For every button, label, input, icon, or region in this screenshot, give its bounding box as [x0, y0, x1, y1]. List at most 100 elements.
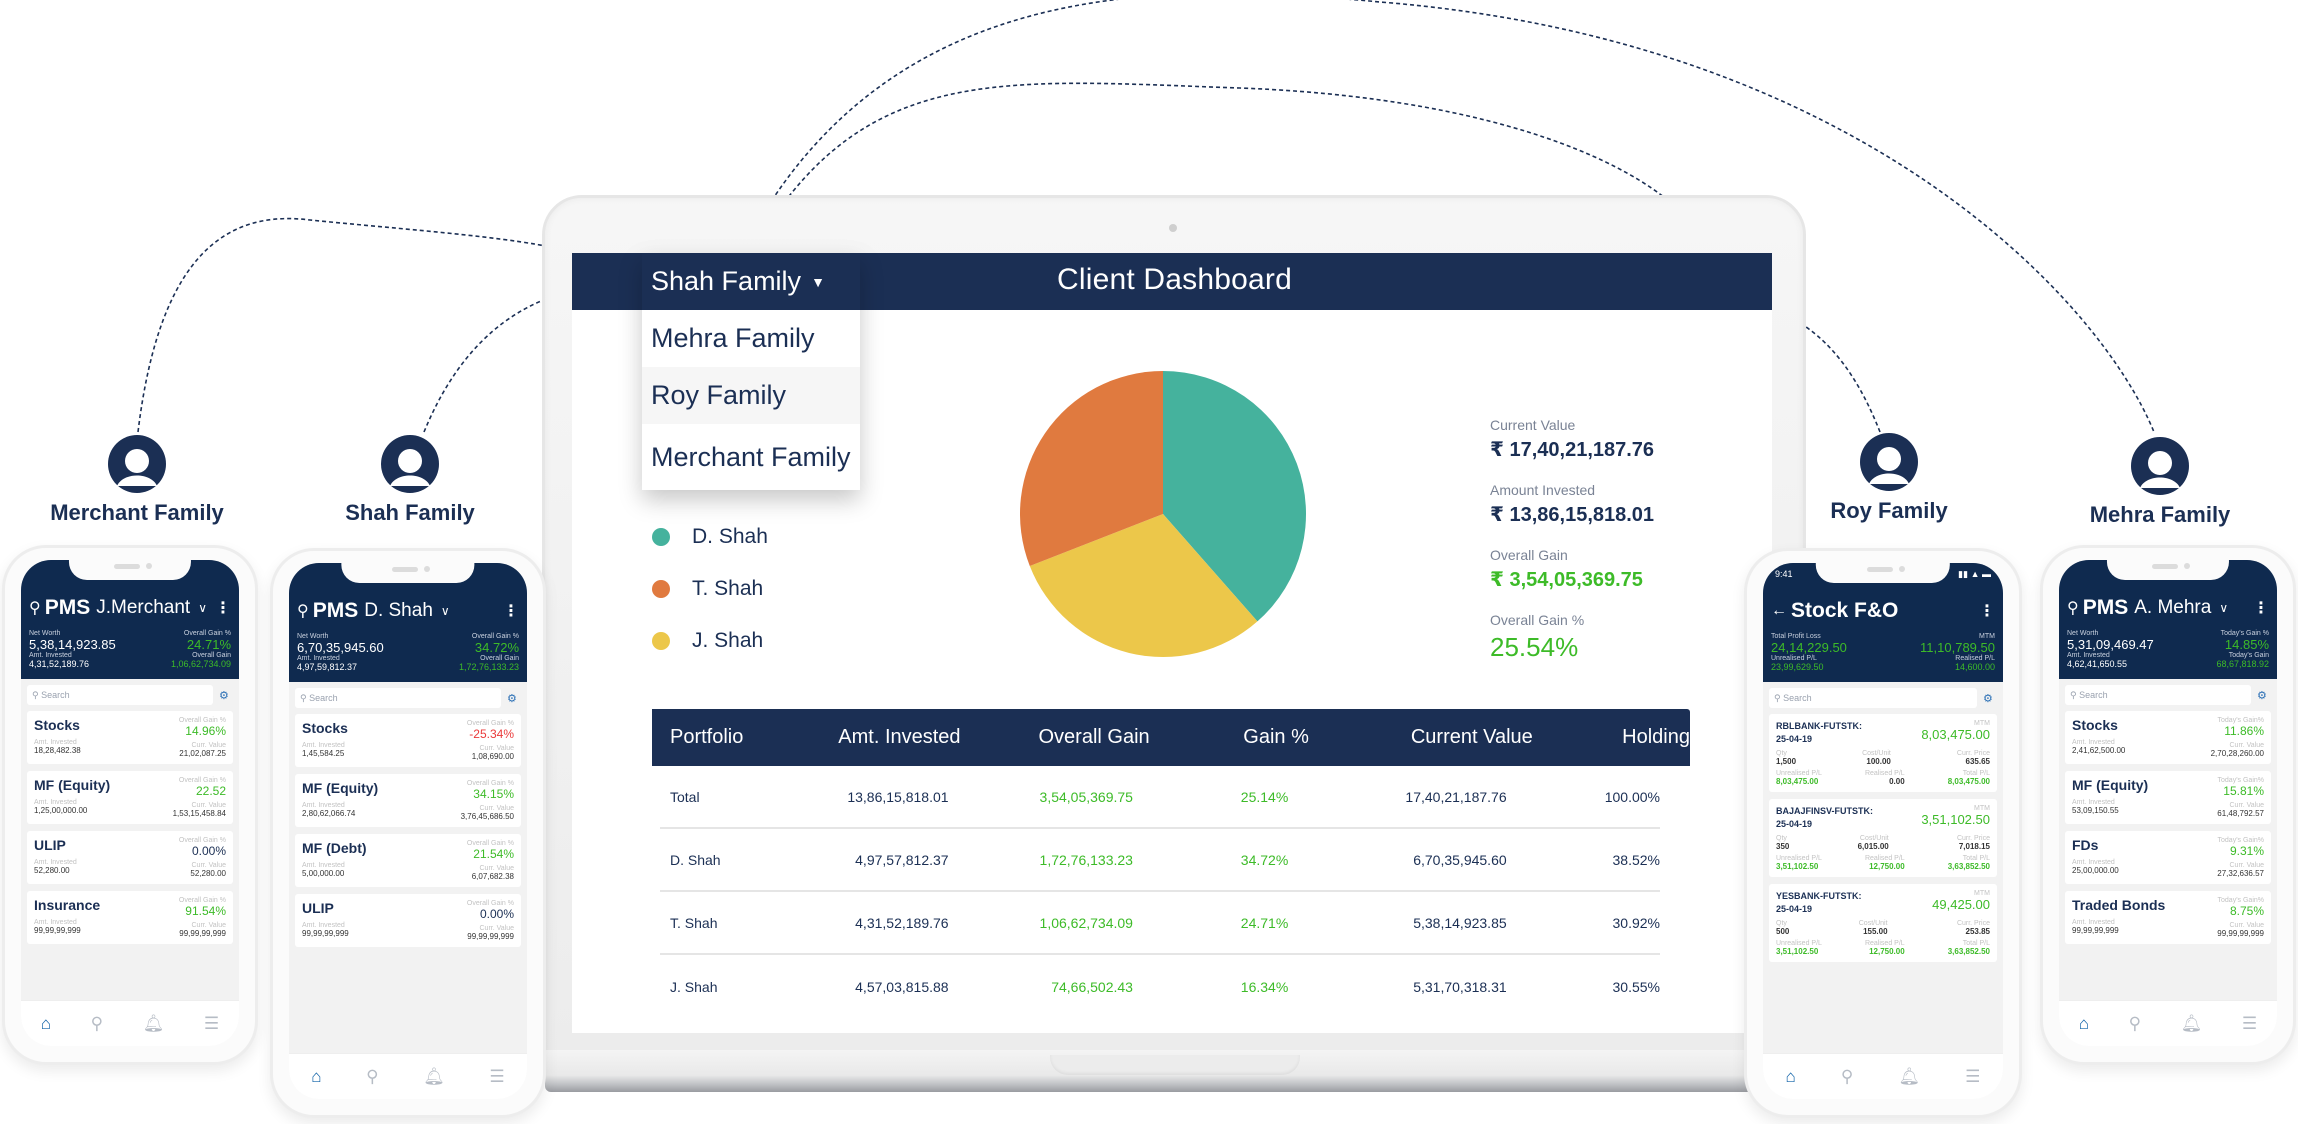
- back-arrow-icon[interactable]: ←: [1771, 602, 1787, 620]
- client-selector[interactable]: D. Shah: [364, 600, 433, 622]
- menu-icon[interactable]: ☰: [489, 1067, 504, 1087]
- search-input[interactable]: ⚲ Search: [1769, 688, 1977, 708]
- family-roy[interactable]: Roy Family: [1779, 432, 1999, 524]
- search-icon[interactable]: ⚲: [91, 1014, 103, 1034]
- search-icon[interactable]: ⚲: [1841, 1067, 1853, 1087]
- phone-notch: [68, 560, 192, 580]
- more-vert-icon[interactable]: ⋮: [503, 601, 519, 621]
- search-input[interactable]: ⚲ Search: [295, 688, 501, 708]
- home-icon[interactable]: ⌂: [41, 1014, 51, 1034]
- cost-value: 155.00: [1863, 927, 1888, 936]
- menu-icon[interactable]: ☰: [204, 1014, 219, 1034]
- net-worth-value: 5,38,14,923.85: [29, 637, 116, 652]
- position-card[interactable]: RBLBANK-FUTSTK: 25-04-19 MTM 8,03,475.00 Q…: [1769, 714, 1997, 792]
- more-vert-icon[interactable]: ⋮: [1979, 601, 1995, 621]
- col-amt-invested[interactable]: Amt. Invested: [831, 726, 960, 749]
- family-merchant[interactable]: Merchant Family: [27, 434, 247, 526]
- search-icon[interactable]: ⚲: [29, 598, 41, 618]
- family-shah[interactable]: Shah Family: [300, 434, 520, 526]
- asset-card[interactable]: Stocks Amt. Invested 1,45,584.25 Overall…: [295, 714, 521, 767]
- gain-pct-value: 34.72%: [474, 640, 519, 655]
- unrealised-label: Unrealised P/L: [1771, 655, 1817, 662]
- contract-name: RBLBANK-FUTSTK:: [1776, 721, 1862, 731]
- invested-label: Amt. Invested: [2067, 652, 2110, 659]
- phone-mehra: ⚲ PMS A. Mehra ∨ ⋮ Net Worth 5,31,09,469…: [2040, 545, 2296, 1065]
- table-row[interactable]: T. Shah 4,31,52,189.76 1,06,62,734.09 24…: [660, 892, 1660, 955]
- asset-card[interactable]: MF (Equity) Amt. Invested 2,80,62,066.74…: [295, 774, 521, 827]
- asset-card[interactable]: MF (Debt) Amt. Invested 5,00,000.00 Over…: [295, 834, 521, 887]
- qty-value: 500: [1776, 927, 1790, 936]
- dropdown-option-roy[interactable]: Roy Family: [642, 367, 860, 424]
- table-row[interactable]: D. Shah 4,97,57,812.37 1,72,76,133.23 34…: [660, 829, 1660, 892]
- asset-card[interactable]: Stocks Amt. Invested 18,28,482.38 Overal…: [27, 711, 233, 764]
- cell-overall-gain: 74,66,502.43: [1051, 978, 1133, 995]
- invested-value: 4,62,41,650.55: [2067, 659, 2128, 669]
- col-portfolio[interactable]: Portfolio: [652, 726, 831, 749]
- asset-card[interactable]: FDs Amt. Invested 25,00,000.00 Today's G…: [2065, 831, 2271, 884]
- position-card[interactable]: YESBANK-FUTSTK: 25-04-19 MTM 49,425.00 Qty…: [1769, 884, 1997, 962]
- menu-icon[interactable]: ☰: [1965, 1067, 1980, 1087]
- table-row[interactable]: Total 13,86,15,818.01 3,54,05,369.75 25.…: [660, 766, 1660, 829]
- asset-card[interactable]: ULIP Amt. Invested 52,280.00 Overall Gai…: [27, 831, 233, 884]
- gain-label: Today's Gain%: [2217, 717, 2264, 724]
- family-dropdown-selected[interactable]: Shah Family ▼: [642, 253, 860, 310]
- home-icon[interactable]: ⌂: [1786, 1067, 1796, 1087]
- filter-icon[interactable]: ⚙: [2257, 689, 2271, 702]
- search-icon[interactable]: ⚲: [2067, 598, 2079, 618]
- bell-icon[interactable]: 🔔︎: [143, 1014, 165, 1034]
- expiry-date: 25-04-19: [1776, 904, 1813, 914]
- selected-family-label: Shah Family: [651, 266, 802, 296]
- table-row[interactable]: J. Shah 4,57,03,815.88 74,66,502.43 16.3…: [660, 955, 1660, 1018]
- asset-card[interactable]: ULIP Amt. Invested 99,99,99,999 Overall …: [295, 894, 521, 947]
- current-value: ₹ 17,40,21,187.76: [1490, 439, 1655, 461]
- client-selector[interactable]: A. Mehra: [2134, 597, 2211, 619]
- bottom-nav: ⌂ ⚲ 🔔︎ ☰: [2059, 1000, 2277, 1046]
- filter-icon[interactable]: ⚙: [507, 692, 521, 705]
- filter-icon[interactable]: ⚙: [1983, 692, 1997, 705]
- filter-icon[interactable]: ⚙: [219, 689, 233, 702]
- search-icon[interactable]: ⚲: [297, 601, 309, 621]
- chevron-down-icon[interactable]: ∨: [198, 601, 207, 615]
- cell-current-value: 5,38,14,923.85: [1413, 914, 1507, 931]
- position-card[interactable]: BAJAJFINSV-FUTSTK: 25-04-19 MTM 3,51,102.5…: [1769, 799, 1997, 877]
- gain-value: 15.81%: [2223, 784, 2264, 798]
- col-current-value[interactable]: Current Value: [1309, 726, 1533, 749]
- cell-holding: 30.92%: [1612, 914, 1660, 931]
- current-value-label: Current Value: [1490, 417, 1576, 433]
- arc-merchant: [137, 217, 591, 433]
- more-vert-icon[interactable]: ⋮: [2253, 598, 2269, 618]
- phone-speaker: [392, 567, 418, 572]
- asset-card[interactable]: Traded Bonds Amt. Invested 99,99,99,999 …: [2065, 891, 2271, 944]
- menu-icon[interactable]: ☰: [2242, 1014, 2257, 1034]
- search-icon[interactable]: ⚲: [366, 1067, 378, 1087]
- more-vert-icon[interactable]: ⋮: [215, 598, 231, 618]
- client-selector[interactable]: J.Merchant: [96, 597, 190, 619]
- chevron-down-icon[interactable]: ∨: [2219, 601, 2228, 615]
- gain-label: Overall Gain: [192, 652, 231, 659]
- chevron-down-icon[interactable]: ∨: [441, 604, 450, 618]
- asset-card[interactable]: Stocks Amt. Invested 2,41,62,500.00 Toda…: [2065, 711, 2271, 764]
- col-overall-gain[interactable]: Overall Gain: [961, 726, 1149, 749]
- search-input[interactable]: ⚲ Search: [27, 685, 213, 705]
- home-icon[interactable]: ⌂: [2079, 1014, 2089, 1034]
- home-icon[interactable]: ⌂: [311, 1067, 321, 1087]
- bell-icon[interactable]: 🔔︎: [2181, 1014, 2203, 1034]
- bell-icon[interactable]: 🔔︎: [423, 1067, 445, 1087]
- asset-card[interactable]: MF (Equity) Amt. Invested 1,25,00,000.00…: [27, 771, 233, 824]
- invested-label: Amt. Invested: [302, 922, 345, 929]
- cell-portfolio: Total: [670, 788, 700, 805]
- dropdown-option-mehra[interactable]: Mehra Family: [642, 310, 860, 367]
- search-input[interactable]: ⚲ Search: [2065, 685, 2251, 705]
- search-icon[interactable]: ⚲: [2129, 1014, 2141, 1034]
- bell-icon[interactable]: 🔔︎: [1898, 1067, 1920, 1087]
- asset-card[interactable]: MF (Equity) Amt. Invested 53,09,150.55 T…: [2065, 771, 2271, 824]
- mtm-label: MTM: [1974, 805, 1990, 812]
- col-gain-pct[interactable]: Gain %: [1150, 726, 1309, 749]
- col-holding[interactable]: Holding: [1533, 726, 1690, 749]
- search-row: ⚲ Search ⚙: [21, 679, 239, 711]
- family-dropdown[interactable]: Shah Family ▼ Mehra Family Roy Family Me…: [642, 253, 860, 490]
- dropdown-option-merchant[interactable]: Merchant Family: [642, 424, 860, 490]
- asset-card[interactable]: Insurance Amt. Invested 99,99,99,999 Ove…: [27, 891, 233, 944]
- invested-value: 25,00,000.00: [2072, 866, 2119, 875]
- family-mehra[interactable]: Mehra Family: [2050, 436, 2270, 528]
